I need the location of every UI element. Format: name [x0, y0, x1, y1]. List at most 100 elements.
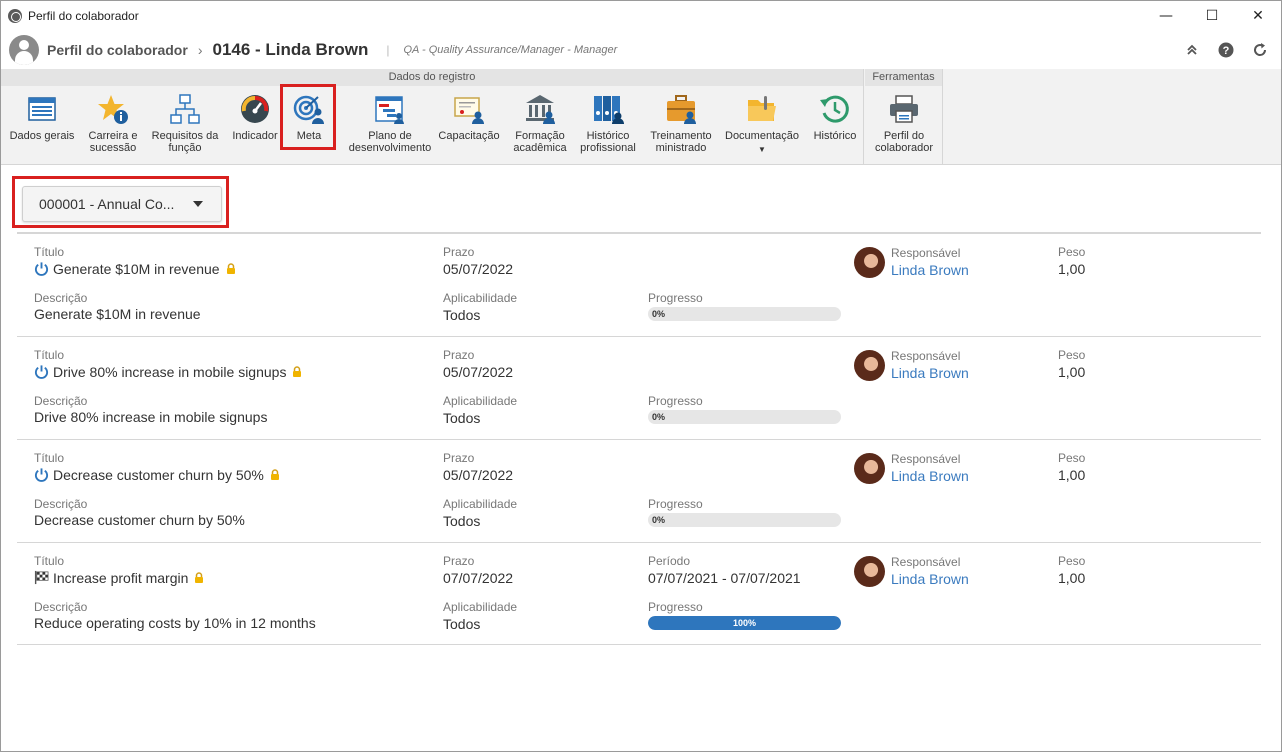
- progress-label: Progresso: [648, 291, 703, 305]
- goal-row[interactable]: Título Increase profit margin Prazo 07/07/2…: [17, 542, 1261, 645]
- period-label: Período: [648, 554, 691, 568]
- deadline-label: Prazo: [443, 554, 475, 568]
- goal-row[interactable]: Título Generate $10M in revenue Prazo 05/07…: [17, 233, 1261, 336]
- applicability-value: Todos: [443, 410, 481, 426]
- ribbon-label: Carreira e sucessão: [88, 130, 138, 154]
- group-divider: [942, 69, 943, 165]
- toolbar-ribbon: Dados do registro Ferramentas Dados gera…: [1, 69, 1281, 165]
- ribbon-label: Perfil do colaborador: [874, 130, 934, 154]
- progress-text: 0%: [652, 515, 666, 525]
- collapse-up-icon[interactable]: [1183, 41, 1201, 59]
- ribbon-button-career[interactable]: Carreira e sucessão: [81, 89, 145, 163]
- checkered-flag-icon: [34, 570, 49, 585]
- ribbon-label: Histórico: [813, 130, 857, 142]
- caret-down-icon: [193, 201, 203, 207]
- goal-title[interactable]: Generate $10M in revenue: [34, 261, 236, 277]
- ribbon-button-training[interactable]: Capacitação: [435, 89, 503, 163]
- minimize-button[interactable]: —: [1143, 1, 1189, 31]
- weight-value: 1,00: [1058, 467, 1086, 483]
- deadline-label: Prazo: [443, 451, 475, 465]
- applicability-label: Aplicabilidade: [443, 600, 518, 614]
- academy-icon: [526, 95, 555, 124]
- avatar: [854, 556, 885, 587]
- responsible-link[interactable]: Linda Brown: [891, 468, 969, 484]
- progress-bar: 0%: [648, 513, 841, 527]
- title-bar: Perfil do colaborador: [1, 1, 1281, 31]
- responsible-link[interactable]: Linda Brown: [891, 262, 969, 278]
- description-label: Descrição: [34, 600, 88, 614]
- ribbon-button-history[interactable]: Histórico: [807, 89, 863, 163]
- group-divider: [863, 69, 864, 165]
- ribbon-button-requirements[interactable]: Requisitos da função: [147, 89, 223, 163]
- applicability-label: Aplicabilidade: [443, 497, 518, 511]
- lock-icon: [293, 366, 302, 377]
- responsible-label: Responsável: [891, 349, 961, 363]
- ribbon-button-academic[interactable]: Formação acadêmica: [507, 89, 573, 163]
- help-icon[interactable]: ?: [1217, 41, 1235, 59]
- app-globe-icon: [8, 9, 22, 23]
- goal-title[interactable]: Increase profit margin: [34, 570, 204, 586]
- ribbon-button-indicator[interactable]: Indicador: [227, 89, 283, 163]
- goal-row[interactable]: Título Decrease customer churn by 50% Praz…: [17, 439, 1261, 542]
- progress-text: 0%: [652, 412, 666, 422]
- description-value: Reduce operating costs by 10% in 12 mont…: [34, 615, 316, 631]
- progress-text: 100%: [732, 618, 757, 628]
- power-icon: [34, 262, 49, 276]
- goal-title[interactable]: Drive 80% increase in mobile signups: [34, 364, 302, 380]
- star-info-icon: [98, 95, 128, 124]
- progress-label: Progresso: [648, 600, 703, 614]
- goal-title-text: Generate $10M in revenue: [53, 261, 220, 277]
- description-label: Descrição: [34, 497, 88, 511]
- lock-icon: [195, 572, 204, 583]
- deadline-value: 05/07/2022: [443, 364, 514, 380]
- progress-bar: 0%: [648, 410, 841, 424]
- ribbon-label: Treinamento ministrado: [650, 130, 712, 154]
- ribbon-label: Plano de desenvolvimento: [348, 130, 432, 154]
- ribbon-button-print-profile[interactable]: Perfil do colaborador: [867, 89, 941, 163]
- ribbon-button-professional-history[interactable]: Histórico profissional: [575, 89, 641, 163]
- ribbon-label: Capacitação: [438, 130, 500, 142]
- refresh-icon[interactable]: [1251, 41, 1269, 59]
- breadcrumb-section[interactable]: Perfil do colaborador: [47, 42, 188, 58]
- close-button[interactable]: ✕: [1235, 1, 1281, 31]
- deadline-label: Prazo: [443, 348, 475, 362]
- responsible-link[interactable]: Linda Brown: [891, 571, 969, 587]
- chevron-down-icon: ▼: [758, 145, 766, 154]
- power-icon: [34, 365, 49, 379]
- ribbon-label: Histórico profissional: [580, 130, 636, 154]
- goal-title[interactable]: Decrease customer churn by 50%: [34, 467, 280, 483]
- position-subtitle: QA - Quality Assurance/Manager - Manager: [403, 44, 618, 56]
- power-icon: [34, 468, 49, 482]
- weight-value: 1,00: [1058, 364, 1086, 380]
- ribbon-label: Documentação: [725, 130, 799, 142]
- responsible-link[interactable]: Linda Brown: [891, 365, 969, 381]
- applicability-value: Todos: [443, 307, 481, 323]
- goal-cycle-select[interactable]: 000001 - Annual Co...: [22, 186, 222, 222]
- group-title-record: Dados do registro: [1, 69, 863, 86]
- goal-row[interactable]: Título Drive 80% increase in mobile signu…: [17, 336, 1261, 439]
- ribbon-label: Formação acadêmica: [513, 130, 567, 154]
- ribbon-button-training-given[interactable]: Treinamento ministrado: [645, 89, 717, 163]
- weight-value: 1,00: [1058, 570, 1086, 586]
- deadline-value: 07/07/2022: [443, 570, 514, 586]
- ribbon-button-general-data[interactable]: Dados gerais: [5, 89, 79, 163]
- maximize-button[interactable]: ☐: [1189, 1, 1235, 31]
- deadline-value: 05/07/2022: [443, 261, 514, 277]
- applicability-label: Aplicabilidade: [443, 291, 518, 305]
- description-label: Descrição: [34, 291, 88, 305]
- title-label: Título: [34, 554, 65, 568]
- divider: |: [386, 43, 390, 57]
- progress-bar: 100%: [648, 616, 841, 630]
- title-label: Título: [34, 348, 65, 362]
- window-title: Perfil do colaborador: [28, 9, 139, 23]
- description-value: Generate $10M in revenue: [34, 306, 201, 322]
- ribbon-button-development-plan[interactable]: Plano de desenvolvimento: [349, 89, 431, 163]
- description-value: Drive 80% increase in mobile signups: [34, 409, 268, 425]
- ribbon-button-documentation[interactable]: Documentação ▼: [721, 89, 803, 163]
- avatar: [854, 453, 885, 484]
- history-icon: [820, 95, 849, 123]
- goal-title-text: Increase profit margin: [53, 570, 189, 586]
- chevron-right-icon: ›: [197, 42, 203, 58]
- period-value: 07/07/2021 - 07/07/2021: [648, 570, 801, 586]
- progress-text: 0%: [652, 309, 666, 319]
